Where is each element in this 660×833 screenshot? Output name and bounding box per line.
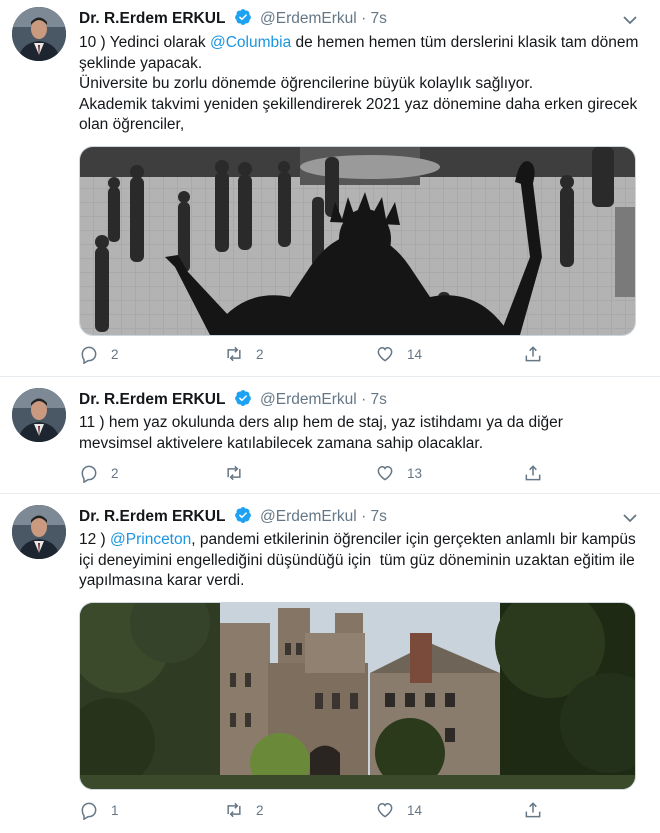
reply-icon — [81, 346, 97, 364]
reply-icon — [81, 802, 97, 820]
avatar[interactable] — [12, 7, 66, 61]
tweet-2[interactable]: Dr. R.Erdem ERKUL @ErdemErkul · 7s 11 ) … — [0, 377, 660, 494]
handle[interactable]: @ErdemErkul — [260, 10, 357, 27]
tweet-image-campus[interactable] — [79, 602, 636, 790]
tweet-actions: 2 2 14 — [79, 344, 559, 364]
retweet-button[interactable] — [224, 463, 256, 483]
tweet-text-prefix: 10 ) Yedinci olarak — [79, 34, 210, 51]
share-icon — [525, 802, 541, 818]
avatar[interactable] — [12, 388, 66, 442]
timestamp[interactable]: 7s — [371, 508, 387, 525]
share-icon — [525, 465, 541, 481]
reply-button[interactable]: 1 — [79, 800, 119, 820]
reply-count: 2 — [111, 465, 119, 481]
like-count: 14 — [407, 346, 423, 362]
separator-dot: · — [361, 391, 367, 408]
tweet-header: Dr. R.Erdem ERKUL @ErdemErkul · 7s — [79, 389, 387, 412]
retweet-icon — [227, 346, 241, 362]
tweet-text: 10 ) Yedinci olarak @Columbia de hemen h… — [79, 33, 639, 136]
reply-button[interactable]: 2 — [79, 344, 119, 364]
reply-count: 2 — [111, 346, 119, 362]
handle[interactable]: @ErdemErkul — [260, 391, 357, 408]
tweet-text: 12 ) @Princeton, pandemi etkilerinin öğr… — [79, 530, 639, 592]
like-button[interactable]: 13 — [375, 463, 422, 483]
like-button[interactable]: 14 — [375, 344, 422, 364]
display-name[interactable]: Dr. R.Erdem ERKUL — [79, 508, 225, 525]
tweet-actions: 2 13 — [79, 463, 559, 483]
retweet-icon — [227, 465, 241, 481]
share-button[interactable] — [523, 344, 555, 364]
avatar[interactable] — [12, 505, 66, 559]
share-button[interactable] — [523, 463, 555, 483]
heart-icon — [377, 346, 393, 362]
handle[interactable]: @ErdemErkul — [260, 508, 357, 525]
tweet-image-statue[interactable] — [79, 146, 636, 336]
reply-count: 1 — [111, 802, 119, 818]
timestamp[interactable]: 7s — [371, 391, 387, 408]
mention-link[interactable]: @Princeton — [110, 531, 191, 548]
tweet-header: Dr. R.Erdem ERKUL @ErdemErkul · 7s — [79, 8, 387, 31]
tweet-header: Dr. R.Erdem ERKUL @ErdemErkul · 7s — [79, 506, 387, 529]
share-icon — [525, 346, 541, 362]
tweet-3[interactable]: Dr. R.Erdem ERKUL @ErdemErkul · 7s 12 ) … — [0, 494, 660, 833]
chevron-down-icon[interactable] — [622, 12, 638, 28]
retweet-count: 2 — [256, 802, 264, 818]
heart-icon — [377, 465, 393, 481]
chevron-down-icon[interactable] — [622, 510, 638, 526]
retweet-button[interactable]: 2 — [224, 344, 264, 364]
retweet-count: 2 — [256, 346, 264, 362]
tweet-text-prefix: 12 ) — [79, 531, 111, 548]
separator-dot: · — [361, 508, 367, 525]
verified-badge-icon — [234, 389, 252, 412]
like-button[interactable]: 14 — [375, 800, 422, 820]
retweet-button[interactable]: 2 — [224, 800, 264, 820]
mention-link[interactable]: @Columbia — [210, 34, 291, 51]
retweet-icon — [227, 802, 241, 818]
verified-badge-icon — [234, 8, 252, 31]
reply-icon — [81, 465, 97, 483]
separator-dot: · — [361, 10, 367, 27]
share-button[interactable] — [523, 800, 555, 820]
tweet-text: 11 ) hem yaz okulunda ders alıp hem de s… — [79, 414, 568, 452]
tweet-actions: 1 2 14 — [79, 800, 559, 820]
tweet-1[interactable]: Dr. R.Erdem ERKUL @ErdemErkul · 7s 10 ) … — [0, 0, 660, 377]
heart-icon — [377, 802, 393, 818]
like-count: 14 — [407, 802, 423, 818]
display-name[interactable]: Dr. R.Erdem ERKUL — [79, 10, 225, 27]
verified-badge-icon — [234, 506, 252, 529]
display-name[interactable]: Dr. R.Erdem ERKUL — [79, 391, 225, 408]
reply-button[interactable]: 2 — [79, 463, 119, 483]
timestamp[interactable]: 7s — [371, 10, 387, 27]
like-count: 13 — [407, 465, 423, 481]
